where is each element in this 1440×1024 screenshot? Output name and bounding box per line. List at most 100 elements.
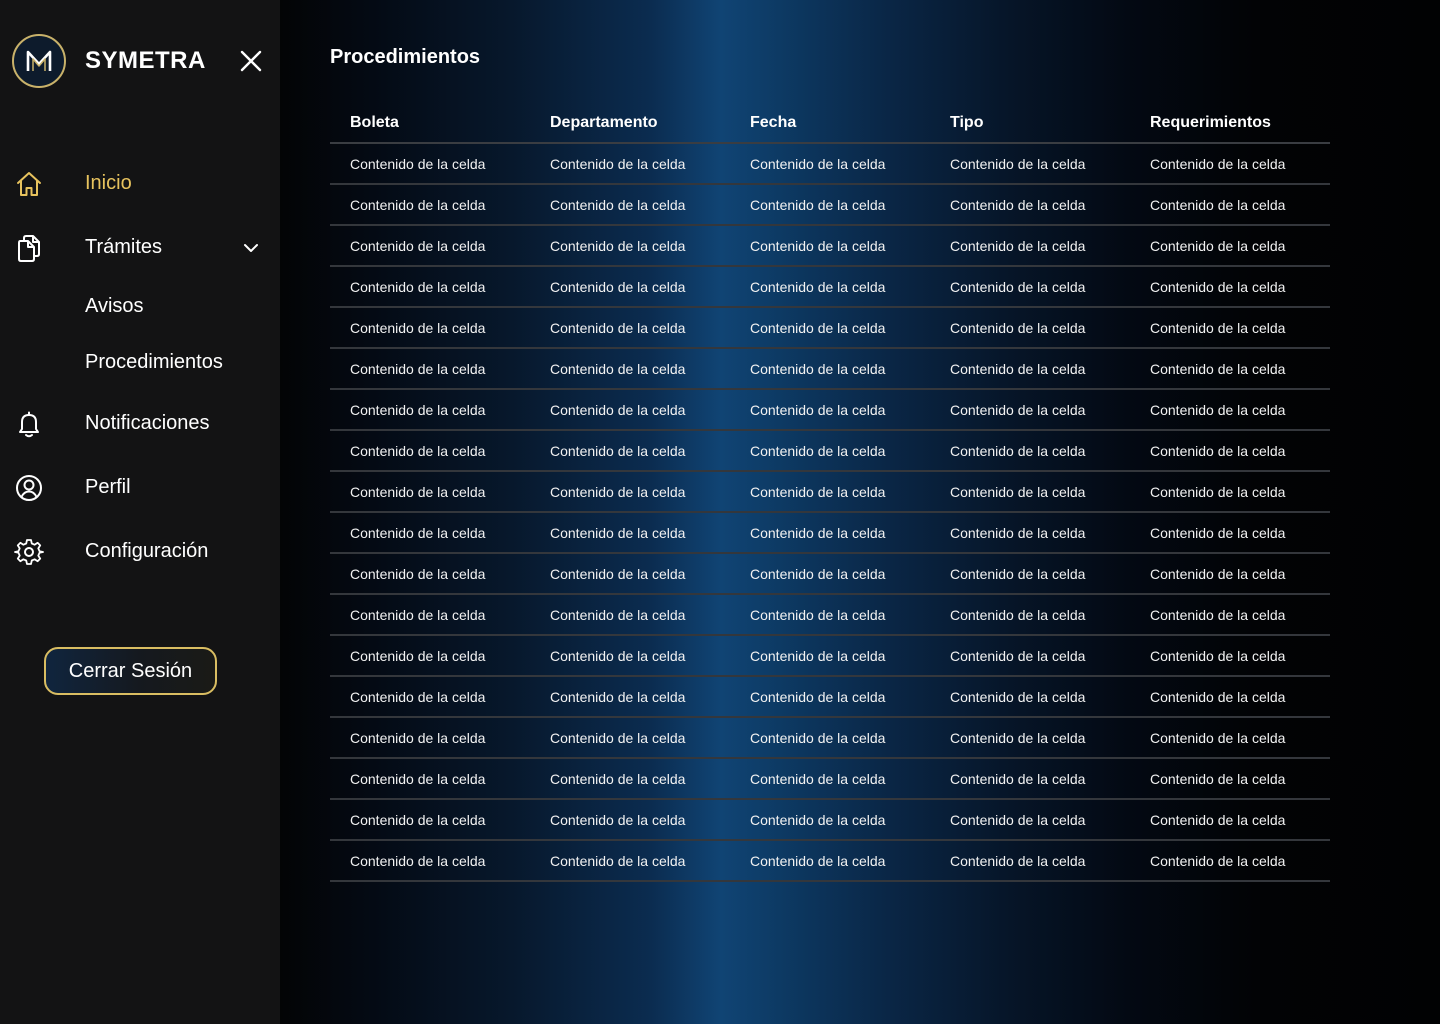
table-cell: Contenido de la celda bbox=[550, 852, 686, 869]
documents-icon bbox=[18, 235, 40, 262]
sidebar-subitem-procedimientos[interactable]: Procedimientos bbox=[85, 351, 223, 374]
table-cell: Contenido de la celda bbox=[550, 524, 686, 541]
sidebar-item-label: Trámites bbox=[85, 235, 163, 258]
chevron-down-icon[interactable] bbox=[240, 237, 262, 259]
table-cell: Contenido de la celda bbox=[950, 811, 1086, 828]
table-row[interactable]: Contenido de la celda Contenido de la cel… bbox=[330, 800, 1330, 841]
table-row[interactable]: Contenido de la celda Contenido de la cel… bbox=[330, 267, 1330, 308]
sidebar: SYMETRA Inicio Trámites Avisos Procedimi… bbox=[0, 0, 280, 1024]
table-cell: Contenido de la celda bbox=[350, 155, 486, 172]
brand: SYMETRA bbox=[12, 34, 206, 88]
sidebar-subitem-avisos[interactable]: Avisos bbox=[85, 295, 144, 318]
procedures-table: Boleta Departamento Fecha Tipo Requerimiento… bbox=[330, 104, 1330, 882]
table-row[interactable]: Contenido de la celda Contenido de la cel… bbox=[330, 431, 1330, 472]
close-sidebar-button[interactable] bbox=[238, 48, 264, 74]
table-cell: Contenido de la celda bbox=[1150, 278, 1286, 295]
table-row[interactable]: Contenido de la celda Contenido de la cel… bbox=[330, 226, 1330, 267]
main-content: Procedimientos Boleta Departamento Fecha Ti… bbox=[280, 0, 1440, 1024]
table-cell: Contenido de la celda bbox=[1150, 360, 1286, 377]
table-row[interactable]: Contenido de la celda Contenido de la cel… bbox=[330, 185, 1330, 226]
table-cell: Contenido de la celda bbox=[550, 729, 686, 746]
table-row[interactable]: Contenido de la celda Contenido de la cel… bbox=[330, 677, 1330, 718]
table-cell: Contenido de la celda bbox=[750, 770, 886, 787]
table-row[interactable]: Contenido de la celda Contenido de la cel… bbox=[330, 308, 1330, 349]
table-cell: Contenido de la celda bbox=[750, 319, 886, 336]
table-cell: Contenido de la celda bbox=[1150, 606, 1286, 623]
table-row[interactable]: Contenido de la celda Contenido de la cel… bbox=[330, 554, 1330, 595]
page-title: Procedimientos bbox=[330, 46, 481, 68]
table-cell: Contenido de la celda bbox=[1150, 565, 1286, 582]
table-cell: Contenido de la celda bbox=[750, 688, 886, 705]
table-cell: Contenido de la celda bbox=[950, 196, 1086, 213]
table-cell: Contenido de la celda bbox=[950, 770, 1086, 787]
table-cell: Contenido de la celda bbox=[950, 360, 1086, 377]
bell-icon bbox=[19, 411, 39, 438]
table-cell: Contenido de la celda bbox=[550, 237, 686, 254]
table-cell: Contenido de la celda bbox=[750, 360, 886, 377]
table-cell: Contenido de la celda bbox=[750, 811, 886, 828]
table-cell: Contenido de la celda bbox=[1150, 852, 1286, 869]
table-cell: Contenido de la celda bbox=[550, 483, 686, 500]
table-row[interactable]: Contenido de la celda Contenido de la cel… bbox=[330, 472, 1330, 513]
table-cell: Contenido de la celda bbox=[350, 237, 486, 254]
table-row[interactable]: Contenido de la celda Contenido de la cel… bbox=[330, 349, 1330, 390]
table-cell: Contenido de la celda bbox=[1150, 237, 1286, 254]
table-cell: Contenido de la celda bbox=[1150, 155, 1286, 172]
table-cell: Contenido de la celda bbox=[950, 401, 1086, 418]
sidebar-item-configuracion[interactable]: Configuración bbox=[0, 531, 280, 571]
table-cell: Contenido de la celda bbox=[1150, 401, 1286, 418]
table-cell: Contenido de la celda bbox=[550, 278, 686, 295]
table-cell: Contenido de la celda bbox=[350, 401, 486, 418]
logout-button[interactable]: Cerrar Sesión bbox=[44, 647, 217, 695]
column-header[interactable]: Boleta bbox=[330, 114, 530, 132]
table-row[interactable]: Contenido de la celda Contenido de la cel… bbox=[330, 144, 1330, 185]
table-cell: Contenido de la celda bbox=[750, 401, 886, 418]
column-header[interactable]: Departamento bbox=[530, 114, 730, 132]
column-header[interactable]: Fecha bbox=[730, 114, 930, 132]
table-cell: Contenido de la celda bbox=[750, 606, 886, 623]
table-cell: Contenido de la celda bbox=[950, 647, 1086, 664]
gear-icon bbox=[14, 539, 44, 565]
table-cell: Contenido de la celda bbox=[750, 237, 886, 254]
table-cell: Contenido de la celda bbox=[950, 155, 1086, 172]
sidebar-item-label: Configuración bbox=[85, 539, 209, 562]
sidebar-item-perfil[interactable]: Perfil bbox=[0, 467, 280, 507]
table-cell: Contenido de la celda bbox=[550, 196, 686, 213]
table-cell: Contenido de la celda bbox=[1150, 688, 1286, 705]
sidebar-item-label: Perfil bbox=[85, 475, 131, 498]
table-row[interactable]: Contenido de la celda Contenido de la cel… bbox=[330, 636, 1330, 677]
table-cell: Contenido de la celda bbox=[550, 319, 686, 336]
table-cell: Contenido de la celda bbox=[950, 729, 1086, 746]
table-row[interactable]: Contenido de la celda Contenido de la cel… bbox=[330, 759, 1330, 800]
table-cell: Contenido de la celda bbox=[350, 770, 486, 787]
table-row[interactable]: Contenido de la celda Contenido de la cel… bbox=[330, 841, 1330, 882]
table-cell: Contenido de la celda bbox=[550, 565, 686, 582]
table-cell: Contenido de la celda bbox=[950, 442, 1086, 459]
user-circle-icon bbox=[16, 475, 42, 501]
table-row[interactable]: Contenido de la celda Contenido de la cel… bbox=[330, 595, 1330, 636]
table-cell: Contenido de la celda bbox=[750, 442, 886, 459]
table-cell: Contenido de la celda bbox=[350, 278, 486, 295]
table-cell: Contenido de la celda bbox=[750, 196, 886, 213]
logo-mark-icon bbox=[26, 50, 52, 71]
sidebar-item-notificaciones[interactable]: Notificaciones bbox=[0, 403, 280, 443]
column-header[interactable]: Requerimientos bbox=[1130, 114, 1330, 132]
table-cell: Contenido de la celda bbox=[1150, 811, 1286, 828]
sidebar-item-inicio[interactable]: Inicio bbox=[0, 163, 280, 203]
table-cell: Contenido de la celda bbox=[950, 524, 1086, 541]
logo bbox=[12, 34, 66, 88]
table-cell: Contenido de la celda bbox=[950, 688, 1086, 705]
sidebar-item-tramites[interactable]: Trámites bbox=[0, 227, 280, 267]
table-cell: Contenido de la celda bbox=[750, 647, 886, 664]
table-row[interactable]: Contenido de la celda Contenido de la cel… bbox=[330, 513, 1330, 554]
table-cell: Contenido de la celda bbox=[750, 729, 886, 746]
table-cell: Contenido de la celda bbox=[950, 237, 1086, 254]
table-cell: Contenido de la celda bbox=[350, 360, 486, 377]
column-header[interactable]: Tipo bbox=[930, 114, 1130, 132]
table-row[interactable]: Contenido de la celda Contenido de la cel… bbox=[330, 390, 1330, 431]
table-cell: Contenido de la celda bbox=[350, 483, 486, 500]
table-row[interactable]: Contenido de la celda Contenido de la cel… bbox=[330, 718, 1330, 759]
table-cell: Contenido de la celda bbox=[1150, 647, 1286, 664]
table-cell: Contenido de la celda bbox=[1150, 770, 1286, 787]
table-cell: Contenido de la celda bbox=[1150, 483, 1286, 500]
